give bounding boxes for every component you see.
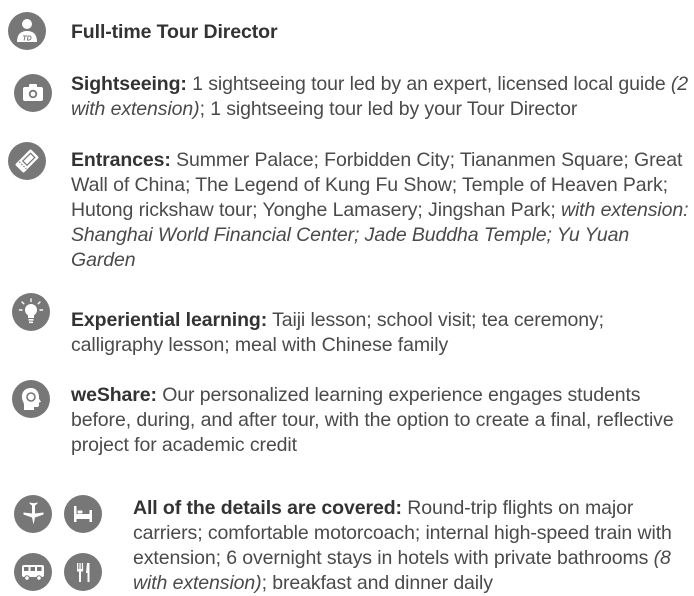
item-experiential-learning: Experiential learning: Taiji lesson; sch… (71, 308, 694, 358)
item-sightseeing: Sightseeing: 1 sightseeing tour led by a… (71, 72, 694, 122)
item-label: weShare: (71, 384, 157, 406)
item-tail: ; 1 sightseeing tour led by your Tour Di… (199, 98, 578, 120)
bus-icon (14, 553, 52, 591)
inclusions-list: TD Full-time Tour Director Sightseeing: … (0, 0, 694, 595)
item-weshare: weShare: Our personalized learning exper… (71, 383, 694, 458)
ticket-icon (8, 142, 46, 180)
item-entrances: Entrances: Summer Palace; Forbidden City… (71, 148, 694, 273)
item-body: 1 sightseeing tour led by an expert, lic… (186, 73, 671, 95)
item-label: Entrances: (71, 149, 171, 171)
item-label: All of the details are covered: (133, 497, 402, 519)
item-body: Our personalized learning experience eng… (71, 384, 674, 456)
item-tour-director: Full-time Tour Director (71, 20, 694, 45)
item-label: Sightseeing: (71, 73, 187, 95)
lightbulb-icon (12, 293, 50, 331)
item-tail: ; breakfast and dinner daily (261, 572, 493, 594)
head-icon (12, 380, 50, 418)
item-label: Full-time Tour Director (71, 21, 278, 43)
bed-icon (64, 495, 102, 533)
tour-director-icon: TD (8, 12, 46, 50)
item-label: Experiential learning: (71, 309, 268, 331)
camera-icon (14, 74, 52, 112)
td-badge-text: TD (22, 36, 31, 43)
airplane-icon (14, 495, 52, 533)
utensils-icon (64, 553, 102, 591)
item-details-covered: All of the details are covered: Round-tr… (133, 496, 694, 596)
